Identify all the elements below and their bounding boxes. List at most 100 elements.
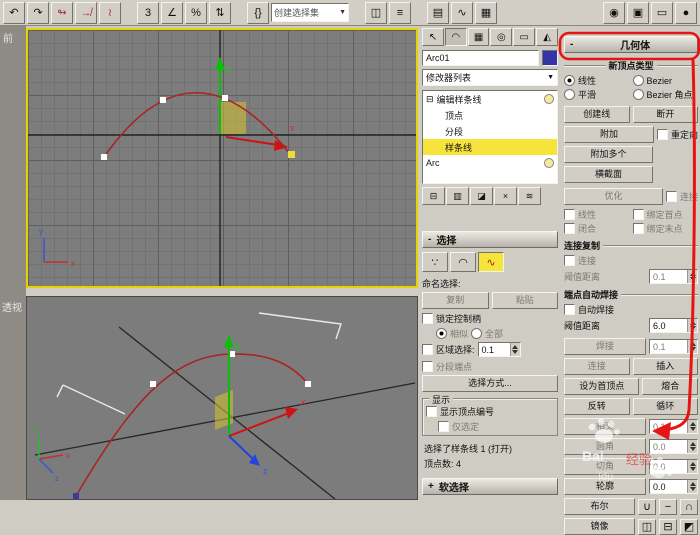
show-vertex-numbers-checkbox[interactable]: 显示顶点编号 [426,405,554,418]
arc-vertex[interactable] [222,95,228,101]
boolean-intersect-icon[interactable]: ∩ [680,499,698,515]
mirror-vertical-icon[interactable]: ⊟ [659,519,677,535]
connect-copy-checkbox[interactable]: 连接 [564,254,698,267]
remove-modifier-icon[interactable]: × [494,187,517,205]
mirror-spline-button[interactable]: 镜像 [564,518,635,535]
gizmo-plane-handle[interactable] [220,102,246,134]
bezier-radio[interactable]: Bezier [633,75,699,86]
stack-item-arc[interactable]: Arc [423,155,557,171]
smooth-radio[interactable]: 平滑 [564,88,630,101]
linear-checkbox[interactable]: 线性 [564,208,630,221]
refine-button[interactable]: 优化 [564,188,663,205]
outline-button[interactable]: 轮廓 [564,478,646,495]
tab-utilities[interactable]: ◭ [536,28,558,46]
segment-mode-icon[interactable]: ◠ [450,252,476,272]
cross-insert-field[interactable]: 0.1 [649,419,698,434]
connect-button[interactable]: 连接 [564,358,630,375]
arc-vertex[interactable] [150,381,156,387]
tab-motion[interactable]: ◎ [490,28,512,46]
visibility-bulb-icon[interactable] [544,158,554,168]
redo-icon[interactable]: ↷ [27,2,49,24]
select-by-button[interactable]: 选择方式... [422,375,558,392]
boolean-union-icon[interactable]: ∪ [638,499,656,515]
align-icon[interactable]: ≡ [389,2,411,24]
front-viewport[interactable]: y x x y [26,28,418,288]
spinner-arrows[interactable] [687,480,697,493]
gizmo-plane-handle[interactable] [215,390,233,430]
weld-value-field[interactable]: 0.1 [649,339,698,354]
linear-radio[interactable]: 线性 [564,74,630,87]
break-button[interactable]: 断开 [633,106,699,123]
configure-modifier-sets-icon[interactable]: ≋ [518,187,541,205]
arc-vertex-selected[interactable] [288,151,295,158]
stack-item-edit-spline[interactable]: ⊟ 编辑样条线 [423,91,557,107]
spinner-arrows[interactable] [687,319,697,332]
paste-button[interactable]: 粘贴 [492,292,559,309]
tab-display[interactable]: ▭ [513,28,535,46]
pin-stack-icon[interactable]: ⊟ [422,187,445,205]
reverse-button[interactable]: 反转 [564,398,630,415]
spinner-arrows[interactable] [687,460,697,473]
attach-mult-button[interactable]: 附加多个 [564,146,653,163]
material-editor-icon[interactable]: ◉ [603,2,625,24]
closed-checkbox[interactable]: 闭合 [564,222,630,235]
gizmo-x-axis[interactable] [226,137,278,145]
arc-vertex[interactable] [73,493,79,499]
boolean-subtract-icon[interactable]: − [659,499,677,515]
spinner-snap-icon[interactable]: ⇅ [209,2,231,24]
mirror-icon[interactable]: ◫ [365,2,387,24]
show-end-result-icon[interactable]: ▥ [446,187,469,205]
selection-rollout-header[interactable]: - 选择 [422,231,558,248]
render-frame-icon[interactable]: ▭ [651,2,673,24]
angle-snap-icon[interactable]: ∠ [161,2,183,24]
fillet-button[interactable]: 圆角 [564,438,646,455]
stack-item-spline[interactable]: 样条线 [423,139,557,155]
cross-section-button[interactable]: 横截面 [564,166,653,183]
stack-item-segment[interactable]: 分段 [423,123,557,139]
spinner-arrows[interactable] [687,270,697,283]
soft-selection-rollout-header[interactable]: + 软选择 [422,478,558,495]
spline-mode-icon[interactable]: ∿ [478,252,504,272]
stack-item-vertex[interactable]: 顶点 [423,107,557,123]
object-name-field[interactable]: Arc01 [422,50,539,66]
mirror-horizontal-icon[interactable]: ◫ [638,519,656,535]
fillet-field[interactable]: 0.0 [649,439,698,454]
object-color-swatch[interactable] [542,50,558,66]
mirror-both-icon[interactable]: ◩ [680,519,698,535]
tab-create[interactable]: ↖ [422,28,444,46]
render-setup-icon[interactable]: ▣ [627,2,649,24]
weld-threshold-field[interactable]: 6.0 [649,318,698,333]
segment-end-checkbox[interactable]: 分段端点 [422,360,558,373]
arc-vertex[interactable] [160,97,166,103]
geometry-rollout-header[interactable]: - 几何体 [564,36,698,53]
fuse-button[interactable]: 熔合 [642,378,698,395]
auto-weld-checkbox[interactable]: 自动焊接 [564,303,698,316]
cycle-button[interactable]: 循环 [633,398,699,415]
curve-editor-icon[interactable]: ∿ [451,2,473,24]
tree-collapse-icon[interactable]: ⊟ [426,94,434,105]
quick-render-icon[interactable]: ● [675,2,697,24]
named-selection-set-combo[interactable]: 创建选择集 ▼ [271,3,349,22]
spinner-arrows[interactable] [687,420,697,433]
refine-connect-checkbox[interactable]: 连接 [666,190,698,203]
undo-icon[interactable]: ↶ [3,2,25,24]
weld-button[interactable]: 焊接 [564,338,646,355]
all-radio[interactable]: 全部 [471,327,503,340]
area-selection-field[interactable]: 0.1 [478,342,521,357]
arc-vertex[interactable] [101,154,107,160]
similar-radio[interactable]: 相似 [436,327,468,340]
reorient-checkbox[interactable]: 重定向 [657,128,698,141]
area-selection-checkbox[interactable]: 区域选择: [422,343,475,356]
create-line-button[interactable]: 创建线 [564,106,630,123]
tab-modify[interactable]: ◠ [445,28,467,46]
bind-last-checkbox[interactable]: 绑定末点 [633,222,699,235]
spinner-arrows[interactable] [687,440,697,453]
arc-vertex[interactable] [305,381,311,387]
modifier-list-dropdown[interactable]: 修改器列表 ▼ [422,69,558,86]
make-unique-icon[interactable]: ◪ [470,187,493,205]
copy-button[interactable]: 复制 [422,292,489,309]
transform-gizmo[interactable]: y x [215,57,295,151]
spinner-arrows[interactable] [510,343,520,356]
tab-hierarchy[interactable]: ▦ [468,28,490,46]
spinner-arrows[interactable] [687,340,697,353]
